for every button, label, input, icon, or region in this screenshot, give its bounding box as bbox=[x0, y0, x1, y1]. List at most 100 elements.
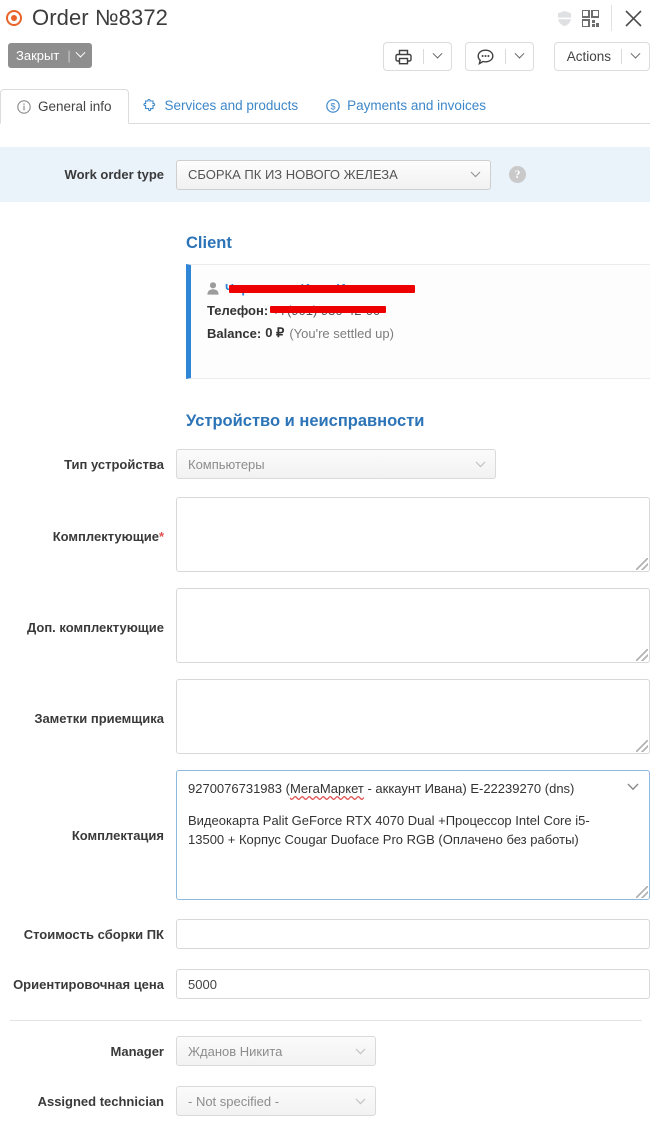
extra-components-label: Доп. комплектующие bbox=[26, 620, 164, 635]
redaction-mark bbox=[270, 306, 387, 313]
chevron-down-icon bbox=[355, 1048, 366, 1055]
kit-line1-squiggle: МегаМаркет bbox=[289, 781, 364, 796]
tab-label: General info bbox=[38, 99, 112, 114]
client-phone: +7(901) 930-42-00 bbox=[268, 303, 387, 318]
components-label-text: Комплектующие bbox=[52, 529, 159, 544]
client-balance-value: 0 ₽ bbox=[265, 325, 285, 340]
components-row: Комплектующие* bbox=[0, 497, 650, 572]
receiver-notes-label: Заметки приемщика bbox=[34, 711, 164, 726]
comments-dropdown-toggle[interactable] bbox=[506, 43, 533, 70]
build-cost-input[interactable] bbox=[176, 919, 650, 949]
window-titlebar: Order №8372 bbox=[0, 0, 650, 36]
work-order-type-value: СБОРКА ПК ИЗ НОВОГО ЖЕЛЕЗА bbox=[188, 167, 398, 182]
chevron-down-icon bbox=[432, 48, 443, 59]
build-cost-label: Стоимость сборки ПК bbox=[23, 926, 164, 942]
receiver-notes-textarea[interactable] bbox=[176, 679, 650, 754]
resize-handle[interactable] bbox=[636, 558, 648, 570]
chevron-down-icon bbox=[75, 47, 86, 58]
resize-handle[interactable] bbox=[636, 649, 648, 661]
tab-label: Payments and invoices bbox=[347, 98, 486, 113]
kit-textarea[interactable]: 9270076731983 (МегаМаркет - аккаунт Иван… bbox=[176, 770, 650, 900]
svg-text:$: $ bbox=[331, 101, 336, 111]
dollar-circle-icon: $ bbox=[326, 98, 340, 113]
resize-handle[interactable] bbox=[636, 886, 648, 898]
actions-button[interactable]: Actions bbox=[553, 42, 650, 71]
kit-line-1: 9270076731983 (МегаМаркет - аккаунт Иван… bbox=[188, 780, 619, 798]
printer-icon bbox=[384, 43, 423, 70]
estimate-row: Ориентировочная цена 5000 bbox=[0, 969, 650, 999]
required-marker: * bbox=[158, 529, 164, 544]
technician-row: Assigned technician - Not specified - bbox=[0, 1086, 376, 1116]
kit-label: Комплектация bbox=[71, 828, 164, 843]
extra-components-row: Доп. комплектующие bbox=[0, 588, 650, 663]
status-badge-separator: | bbox=[67, 48, 71, 63]
technician-label: Assigned technician bbox=[37, 1093, 164, 1109]
person-icon bbox=[207, 282, 219, 295]
print-dropdown-toggle[interactable] bbox=[424, 43, 451, 70]
action-toolbar: Закрыт | Actions bbox=[0, 40, 650, 80]
components-textarea[interactable] bbox=[176, 497, 650, 572]
chat-bubble-icon bbox=[466, 43, 505, 70]
status-badge-label: Закрыт bbox=[16, 48, 60, 63]
chevron-down-icon[interactable] bbox=[627, 779, 639, 794]
device-type-row: Тип устройства Компьютеры bbox=[0, 449, 496, 479]
status-badge[interactable]: Закрыт | bbox=[8, 43, 92, 68]
client-balance-row: Balance: 0 ₽ (You're settled up) bbox=[207, 325, 650, 341]
tab-general-info[interactable]: General info bbox=[0, 89, 129, 124]
tab-payments-and-invoices[interactable]: $ Payments and invoices bbox=[312, 88, 500, 123]
device-section-heading: Устройство и неисправности bbox=[186, 412, 425, 430]
shield-icon[interactable] bbox=[557, 10, 572, 27]
estimate-input[interactable]: 5000 bbox=[176, 969, 650, 999]
technician-value: - Not specified - bbox=[188, 1093, 280, 1109]
components-label: Комплектующие* bbox=[0, 497, 176, 572]
device-type-label: Тип устройства bbox=[64, 456, 164, 472]
page-title: Order №8372 bbox=[32, 5, 168, 30]
comments-button[interactable] bbox=[465, 42, 534, 71]
client-section-heading: Client bbox=[186, 234, 232, 252]
estimate-value: 5000 bbox=[188, 976, 217, 992]
titlebar-actions bbox=[557, 0, 650, 36]
kit-row: Комплектация 9270076731983 (МегаМаркет -… bbox=[0, 770, 650, 900]
chevron-down-icon bbox=[470, 171, 481, 178]
tab-bar: General info Services and products $ Pay… bbox=[0, 88, 650, 124]
client-balance-label: Balance: bbox=[207, 325, 262, 341]
actions-dropdown-toggle[interactable] bbox=[622, 43, 649, 70]
manager-label: Manager bbox=[110, 1043, 164, 1059]
client-name-row: Черкашина Иван Иванович bbox=[207, 281, 650, 296]
client-card[interactable]: Черкашина Иван Иванович Телефон: +7(901)… bbox=[186, 264, 650, 379]
work-order-type-select[interactable]: СБОРКА ПК ИЗ НОВОГО ЖЕЛЕЗА bbox=[176, 159, 491, 190]
tab-services-and-products[interactable]: Services and products bbox=[129, 88, 313, 123]
redaction-mark bbox=[229, 285, 415, 293]
manager-value: Жданов Никита bbox=[188, 1043, 283, 1059]
device-type-select[interactable]: Компьютеры bbox=[176, 449, 496, 479]
build-cost-row: Стоимость сборки ПК bbox=[0, 919, 650, 949]
section-divider bbox=[10, 1020, 642, 1021]
kit-line-2: Видеокарта Palit GeForce RTX 4070 Dual +… bbox=[188, 813, 590, 847]
tab-label: Services and products bbox=[164, 98, 299, 113]
resize-handle[interactable] bbox=[636, 740, 648, 752]
technician-select[interactable]: - Not specified - bbox=[176, 1086, 376, 1116]
chevron-down-icon bbox=[355, 1098, 366, 1105]
chevron-down-icon bbox=[475, 461, 486, 468]
manager-select[interactable]: Жданов Никита bbox=[176, 1036, 376, 1066]
client-phone-row: Телефон: +7(901) 930-42-00 bbox=[207, 303, 650, 318]
work-order-type-label: Work order type bbox=[64, 167, 164, 182]
kit-line1-suffix: - аккаунт Ивана) E-22239270 (dns) bbox=[363, 781, 575, 796]
info-circle-icon bbox=[17, 99, 31, 114]
chevron-down-icon bbox=[630, 48, 641, 59]
estimate-label: Ориентировочная цена bbox=[13, 976, 164, 992]
device-type-value: Компьютеры bbox=[188, 456, 265, 472]
close-icon[interactable] bbox=[616, 0, 650, 36]
order-detail-page: Order №8372 Закрыт | Actions General inf… bbox=[0, 0, 650, 1130]
puzzle-piece-icon bbox=[142, 98, 158, 113]
extra-components-textarea[interactable] bbox=[176, 588, 650, 663]
chevron-down-icon bbox=[514, 48, 525, 59]
receiver-notes-row: Заметки приемщика bbox=[0, 679, 650, 754]
client-phone-label: Телефон: bbox=[207, 303, 269, 318]
question-mark-icon[interactable]: ? bbox=[509, 166, 526, 183]
qr-code-icon[interactable] bbox=[582, 9, 599, 27]
client-balance-note: (You're settled up) bbox=[289, 325, 394, 341]
work-order-type-row: Work order type СБОРКА ПК ИЗ НОВОГО ЖЕЛЕ… bbox=[0, 147, 650, 202]
print-button[interactable] bbox=[383, 42, 452, 71]
manager-row: Manager Жданов Никита bbox=[0, 1036, 376, 1066]
